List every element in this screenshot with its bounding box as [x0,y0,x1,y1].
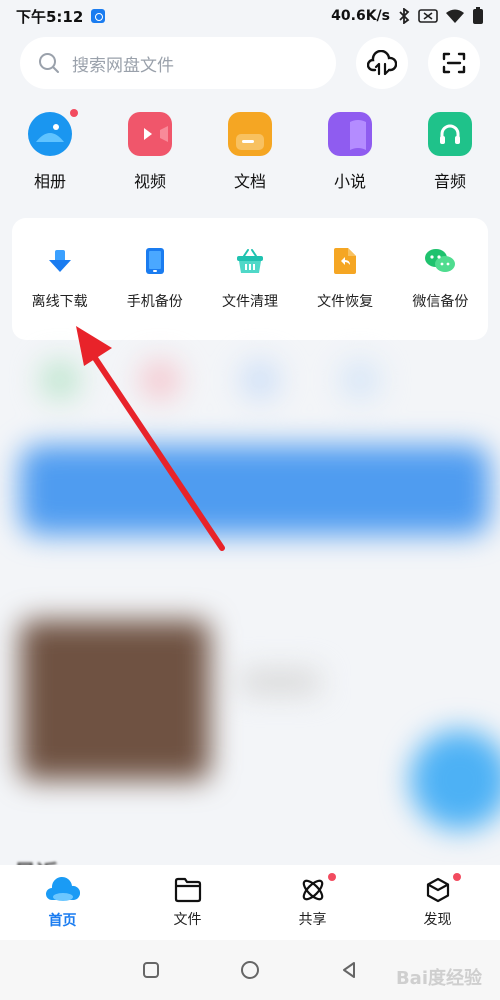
nav-discover[interactable]: 发现 [403,872,473,929]
share-atom-icon [302,879,323,900]
new-badge-dot [327,872,336,881]
recents-square-icon[interactable] [142,961,160,979]
new-badge-dot [452,872,461,881]
discover-icon [426,877,449,902]
cloud-home-icon [45,876,80,901]
nav-label: 文件 [173,911,202,928]
nav-label: 发现 [423,911,452,928]
home-circle-icon[interactable] [240,960,260,980]
nav-share[interactable]: 共享 [278,872,348,929]
watermark: Bai度经验 [395,968,482,989]
back-triangle-icon[interactable] [340,961,358,979]
nav-home[interactable]: 首页 [28,876,98,930]
annotation-arrow [76,326,225,551]
nav-label: 共享 [298,911,327,928]
folder-icon [174,877,201,902]
bottom-nav: 首页 文件 共享 发现 [0,865,500,940]
nav-label: 首页 [48,912,77,929]
nav-files[interactable]: 文件 [153,877,223,929]
